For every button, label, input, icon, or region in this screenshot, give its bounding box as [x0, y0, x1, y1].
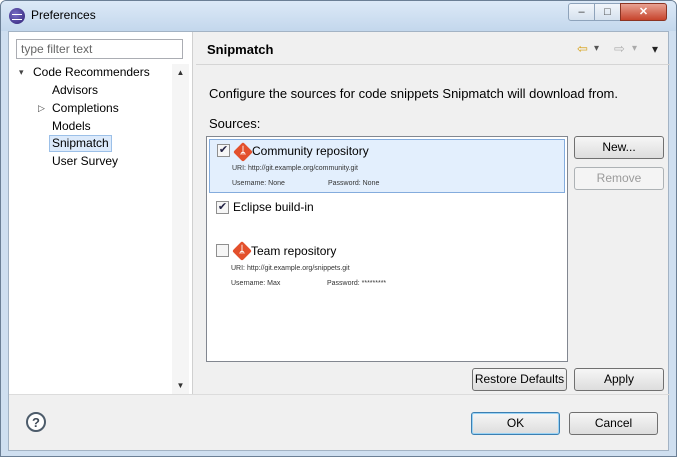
close-button[interactable]: ✕: [620, 3, 667, 21]
source-checkbox[interactable]: ✔: [216, 201, 229, 214]
source-checkbox[interactable]: [216, 244, 229, 257]
dialog-client: ▾ Code Recommenders Advisors ▷ Completio…: [8, 31, 670, 451]
source-item-eclipse[interactable]: ✔ Eclipse build-in: [209, 197, 565, 217]
back-dropdown-icon[interactable]: ▾: [594, 41, 599, 57]
maximize-button[interactable]: □: [594, 3, 621, 21]
source-username: Username: Max: [231, 280, 281, 287]
source-item-community[interactable]: ✔ ᛦ Community repository URI: http://git…: [209, 139, 565, 193]
ok-button[interactable]: OK: [471, 412, 560, 435]
scroll-down-icon[interactable]: ▼: [172, 377, 189, 394]
tree-scrollbar[interactable]: ▲ ▼: [172, 64, 189, 394]
cancel-button[interactable]: Cancel: [569, 412, 658, 435]
source-name: Eclipse build-in: [233, 200, 314, 214]
title-bar[interactable]: Preferences – □ ✕: [1, 1, 676, 31]
source-checkbox[interactable]: ✔: [217, 144, 230, 157]
sidebar: ▾ Code Recommenders Advisors ▷ Completio…: [9, 32, 193, 394]
preferences-window: Preferences – □ ✕ ▾ Code Recommenders Ad…: [0, 0, 677, 457]
expand-icon[interactable]: ▾: [19, 64, 29, 81]
source-item-team[interactable]: ᛦ Team repository URI: http://git.exampl…: [209, 239, 565, 293]
sources-list[interactable]: ✔ ᛦ Community repository URI: http://git…: [206, 136, 568, 362]
footer-separator: [9, 394, 670, 395]
new-button[interactable]: New...: [574, 136, 664, 159]
apply-button[interactable]: Apply: [574, 368, 664, 391]
tree-item-snipmatch[interactable]: Snipmatch: [49, 135, 112, 152]
restore-defaults-button[interactable]: Restore Defaults: [472, 368, 567, 391]
forward-icon[interactable]: ⇨: [614, 41, 625, 57]
source-uri: URI: http://git.example.org/community.gi…: [232, 165, 358, 172]
collapsed-icon[interactable]: ▷: [38, 100, 48, 117]
remove-button[interactable]: Remove: [574, 167, 664, 190]
page-description: Configure the sources for code snippets …: [209, 86, 618, 101]
source-uri: URI: http://git.example.org/snippets.git: [231, 265, 350, 272]
forward-dropdown-icon[interactable]: ▾: [632, 41, 637, 57]
help-icon[interactable]: ?: [26, 412, 46, 432]
preferences-tree: ▾ Code Recommenders Advisors ▷ Completio…: [9, 64, 179, 394]
sources-label: Sources:: [209, 116, 261, 131]
title-separator: [196, 64, 670, 65]
source-name: Community repository: [252, 144, 369, 158]
tree-item-advisors[interactable]: Advisors: [52, 82, 98, 99]
back-icon[interactable]: ⇦: [577, 41, 588, 57]
eclipse-icon: [9, 8, 25, 24]
filter-input[interactable]: [16, 39, 183, 59]
tree-item-models[interactable]: Models: [52, 118, 91, 135]
tree-item-user-survey[interactable]: User Survey: [52, 153, 118, 170]
tree-item-completions[interactable]: Completions: [52, 100, 119, 117]
source-username: Username: None: [232, 180, 285, 187]
preference-page: Snipmatch ⇦ ▾ ⇨ ▾ ▾ Configure the source…: [196, 32, 670, 394]
view-menu-icon[interactable]: ▾: [652, 41, 658, 57]
tree-item-code-recommenders[interactable]: Code Recommenders: [33, 64, 150, 81]
source-password: Password: None: [328, 180, 380, 187]
scroll-up-icon[interactable]: ▲: [172, 64, 189, 81]
source-password: Password: *********: [327, 280, 387, 287]
minimize-button[interactable]: –: [568, 3, 595, 21]
page-title: Snipmatch: [207, 42, 274, 57]
source-name: Team repository: [251, 244, 337, 258]
window-title: Preferences: [31, 8, 96, 22]
